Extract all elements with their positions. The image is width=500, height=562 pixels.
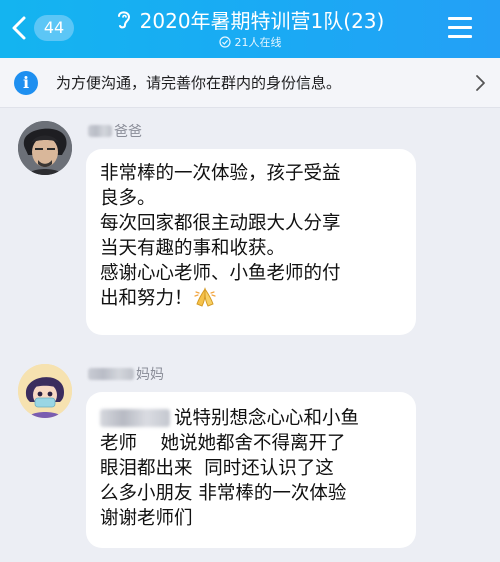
chat-header: 44 2020年暑期特训营1队(23) 21人在线 bbox=[0, 0, 500, 58]
blurred-name bbox=[100, 409, 170, 427]
online-count: 21人在线 bbox=[234, 36, 282, 49]
sender-name: 爸爸 bbox=[88, 121, 142, 141]
message-line: 老师 她说她都舍不得离开了 bbox=[100, 433, 346, 454]
avatar-cartoon-icon bbox=[18, 364, 72, 418]
blurred-name bbox=[88, 125, 112, 137]
title-area[interactable]: 2020年暑期特训营1队(23) 21人在线 bbox=[0, 5, 500, 50]
avatar[interactable] bbox=[18, 364, 72, 418]
ear-icon bbox=[117, 11, 130, 29]
message-line: 眼泪都出来 同时还认识了这 bbox=[100, 458, 334, 479]
notice-text: 为方便沟通，请完善你在群内的身份信息。 bbox=[56, 74, 342, 92]
avatar-portrait-icon bbox=[18, 121, 72, 175]
message-bubble[interactable]: 说特别想念心心和小鱼 老师 她说她都舍不得离开了 眼泪都出来 同时还认识了这 么… bbox=[86, 392, 416, 548]
menu-icon[interactable] bbox=[448, 17, 472, 39]
avatar[interactable] bbox=[18, 121, 72, 175]
message-line: 良多。 bbox=[100, 188, 156, 209]
info-icon: i bbox=[14, 70, 38, 95]
chevron-right-icon bbox=[476, 75, 485, 91]
online-status-icon bbox=[218, 36, 231, 48]
message-line: 谢谢老师们 bbox=[100, 508, 193, 529]
message-line-with-blurred-name: 说特别想念心心和小鱼 bbox=[100, 406, 402, 431]
praying-hands-icon bbox=[193, 287, 216, 307]
sender-name: 妈妈 bbox=[88, 364, 164, 384]
message-line: 当天有趣的事和收获。 bbox=[100, 238, 286, 259]
identity-notice-bar[interactable]: i 为方便沟通，请完善你在群内的身份信息。 bbox=[0, 58, 500, 108]
message-line: 么多小朋友 非常棒的一次体验 bbox=[100, 483, 347, 504]
message-line: 感谢心心老师、小鱼老师的付 bbox=[100, 263, 341, 284]
blurred-name bbox=[88, 368, 134, 380]
group-title: 2020年暑期特训营1队(23) bbox=[139, 8, 385, 33]
message-line: 非常棒的一次体验，孩子受益 bbox=[100, 163, 341, 184]
message-line: 每次回家都很主动跟大人分享 bbox=[100, 213, 341, 234]
message-line-with-emoji: 出和努力！ bbox=[100, 286, 402, 311]
message-bubble[interactable]: 非常棒的一次体验，孩子受益 良多。 每次回家都很主动跟大人分享 当天有趣的事和收… bbox=[86, 149, 416, 335]
